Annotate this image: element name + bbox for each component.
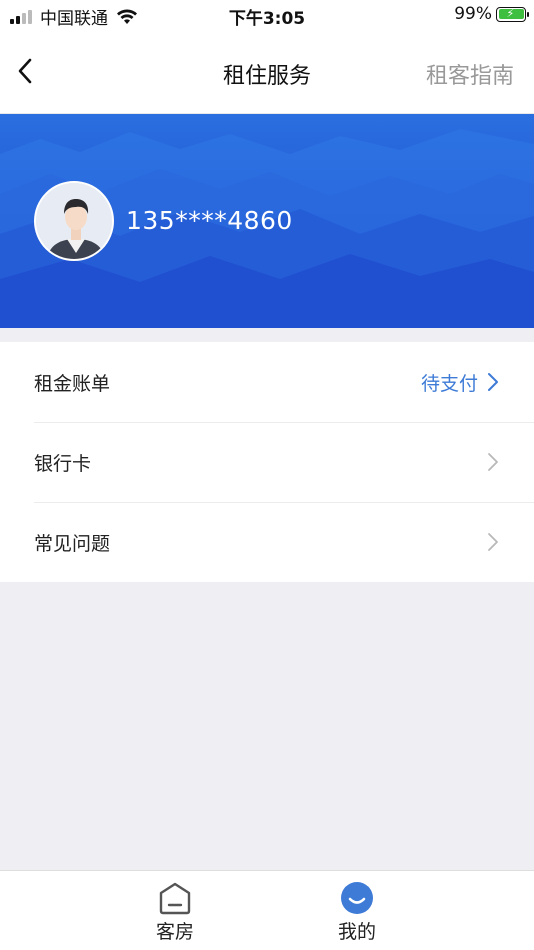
- nav-bar: 租住服务 租客指南: [0, 30, 534, 114]
- tab-rooms[interactable]: 客房: [135, 881, 215, 944]
- charging-bolt-icon: ⚡: [506, 7, 515, 20]
- tab-label: 客房: [155, 921, 194, 943]
- screen: 中国联通 下午3:05 99% ⚡ 租住服务 租客指南 135****4860 …: [0, 0, 534, 950]
- battery-percent: 99%: [454, 4, 492, 24]
- status-bar: 中国联通 下午3:05 99% ⚡: [0, 0, 534, 30]
- chevron-right-icon: [488, 453, 498, 471]
- battery-icon: ⚡: [496, 6, 529, 22]
- menu-item-bank-card[interactable]: 银行卡: [0, 422, 534, 502]
- tab-label: 我的: [337, 921, 376, 943]
- avatar[interactable]: [34, 181, 114, 261]
- service-menu: 租金账单 待支付 银行卡 常见问题: [0, 342, 534, 582]
- menu-item-right: [486, 532, 500, 552]
- tab-mine[interactable]: 我的: [317, 881, 397, 944]
- menu-item-rent-bill[interactable]: 租金账单 待支付: [0, 342, 534, 422]
- chevron-right-icon: [488, 533, 498, 551]
- menu-item-faq[interactable]: 常见问题: [0, 502, 534, 582]
- chevron-right-icon: [488, 373, 498, 391]
- status-right: 99% ⚡: [454, 4, 529, 24]
- rent-bill-status: 待支付: [420, 372, 478, 395]
- menu-item-right: 待支付: [421, 369, 500, 396]
- house-icon: [159, 882, 191, 915]
- profile-banner: 135****4860: [0, 114, 534, 328]
- menu-item-label: 租金账单: [34, 372, 111, 395]
- menu-item-label: 银行卡: [34, 452, 92, 475]
- user-phone-number: 135****4860: [126, 206, 293, 235]
- tenant-guide-link[interactable]: 租客指南: [426, 58, 514, 90]
- tab-bar: 客房 我的: [0, 870, 534, 950]
- menu-item-label: 常见问题: [34, 532, 111, 555]
- menu-item-right: [486, 452, 500, 472]
- smile-icon: [341, 882, 373, 914]
